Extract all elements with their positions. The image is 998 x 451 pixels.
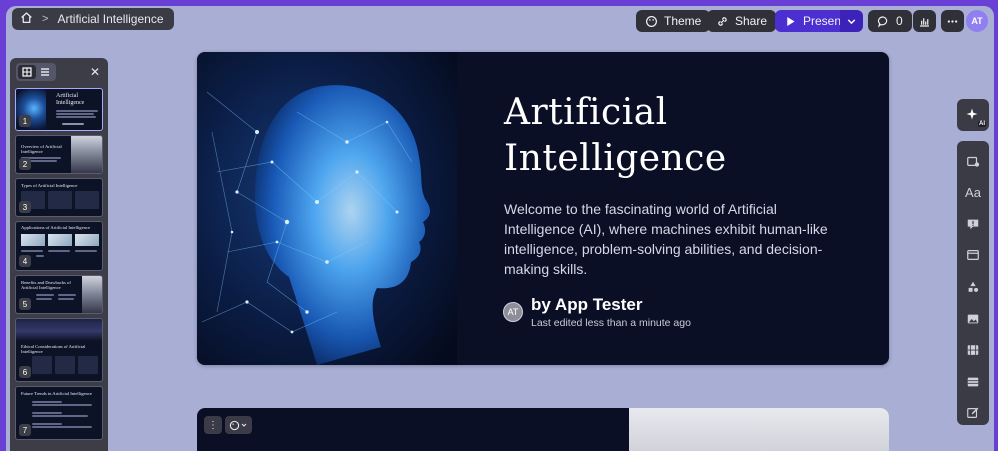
slide-2-image (629, 408, 889, 451)
comment-icon (877, 15, 888, 28)
card-style-button[interactable] (225, 416, 252, 434)
grid-view-icon[interactable] (18, 65, 36, 79)
close-panel-icon[interactable]: ✕ (88, 65, 102, 79)
user-avatar[interactable]: AT (966, 10, 988, 32)
slide-thumbnail-5[interactable]: Benefits and Drawbacks of Artificial Int… (15, 275, 103, 314)
image-icon[interactable] (961, 307, 985, 331)
theme-button[interactable]: Theme (636, 10, 711, 32)
author-avatar: AT (503, 302, 523, 322)
breadcrumb: > Artificial Intelligence (12, 8, 174, 30)
edit-icon[interactable] (961, 402, 985, 426)
text-icon[interactable]: Aa (961, 181, 985, 205)
more-options-button[interactable] (941, 10, 964, 32)
slide-number: 6 (19, 366, 31, 378)
video-icon[interactable] (961, 338, 985, 362)
table-icon[interactable] (961, 370, 985, 394)
slide-number: 2 (19, 158, 31, 170)
ai-head-image (197, 52, 457, 365)
slide-description[interactable]: Welcome to the fascinating world of Arti… (504, 199, 834, 279)
breadcrumb-title[interactable]: Artificial Intelligence (57, 12, 163, 26)
callout-icon[interactable] (961, 212, 985, 236)
comment-count: 0 (896, 14, 903, 28)
present-label: Present (803, 14, 845, 28)
top-bar: > Artificial Intelligence Theme Share Pr… (6, 8, 994, 34)
view-toggle (16, 63, 56, 81)
slide-thumbnail-4[interactable]: Applications of Artificial Intelligence … (15, 221, 103, 271)
title-slide[interactable]: Artificial Intelligence Welcome to the f… (197, 52, 889, 365)
slide-number: 7 (19, 424, 31, 436)
list-view-icon[interactable] (36, 65, 54, 79)
last-edited-text: Last edited less than a minute ago (531, 317, 691, 329)
thumbnail-title: Overview of Artificial Intelligence (21, 144, 62, 155)
author-name: by App Tester (531, 295, 643, 314)
play-icon (787, 16, 795, 26)
theme-label: Theme (664, 14, 702, 28)
ai-badge: AI (978, 121, 986, 127)
slide-number: 1 (19, 115, 31, 127)
comments-button[interactable]: 0 (868, 10, 912, 32)
slide-number: 4 (19, 255, 31, 267)
drag-handle-icon[interactable]: ⋮ (204, 416, 222, 434)
bar-chart-icon (920, 17, 929, 27)
slide-number: 5 (19, 298, 31, 310)
share-label: Share (735, 14, 768, 28)
thumbnail-title: Ethical Considerations of Artificial Int… (21, 344, 86, 355)
home-icon[interactable] (20, 11, 33, 27)
slide-thumbnail-2[interactable]: Overview of Artificial Intelligence 2 (15, 135, 103, 174)
slide-thumbnail-panel: ✕ Artificial Intelligence 1 Overview of … (10, 58, 108, 451)
share-button[interactable]: Share (707, 10, 777, 32)
editor-canvas: > Artificial Intelligence Theme Share Pr… (6, 6, 994, 451)
shapes-icon[interactable] (961, 275, 985, 299)
thumbnail-title: Applications of Artificial Intelligence (21, 225, 91, 230)
thumbnail-title: Artificial Intelligence (56, 93, 85, 106)
slide-2-preview[interactable]: ⋮ (197, 408, 889, 451)
slide-thumbnail-1[interactable]: Artificial Intelligence 1 (15, 88, 103, 131)
slide-title[interactable]: Artificial Intelligence (504, 90, 864, 182)
add-card-icon[interactable] (961, 149, 985, 173)
link-icon (718, 16, 727, 26)
more-horizontal-icon (947, 19, 958, 23)
palette-icon (229, 420, 240, 430)
slide-number: 3 (19, 201, 31, 213)
chevron-down-icon (241, 423, 247, 427)
ai-assistant-button[interactable]: AI (957, 99, 989, 131)
layout-icon[interactable] (961, 244, 985, 268)
thumbnail-title: Future Trends in Artificial Intelligence (21, 391, 92, 396)
author-block: AT by App Tester Last edited less than a… (503, 295, 691, 329)
thumbnail-title: Types of Artificial Intelligence (21, 183, 78, 188)
present-options-button[interactable] (840, 10, 863, 32)
chevron-down-icon (847, 18, 856, 24)
insert-toolbar: Aa (957, 141, 989, 425)
slide-thumbnail-3[interactable]: Types of Artificial Intelligence 3 (15, 178, 103, 217)
chevron-right-icon: > (42, 13, 49, 25)
slide-thumbnail-6[interactable]: Ethical Considerations of Artificial Int… (15, 318, 103, 382)
palette-icon (646, 15, 657, 27)
thumbnail-title: Benefits and Drawbacks of Artificial Int… (21, 280, 71, 291)
slide-thumbnail-7[interactable]: Future Trends in Artificial Intelligence… (15, 386, 103, 440)
analytics-button[interactable] (913, 10, 936, 32)
